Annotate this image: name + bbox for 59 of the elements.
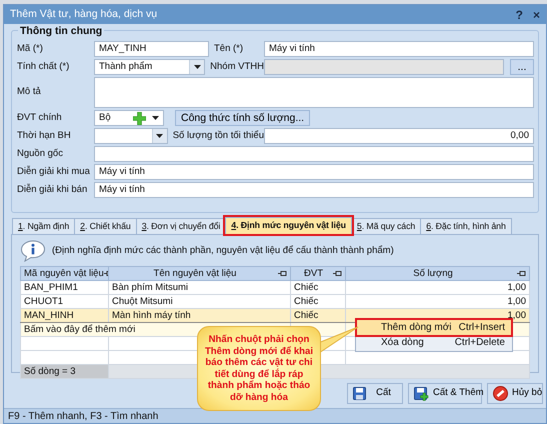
input-field[interactable]: Máy vi tính — [94, 182, 534, 198]
field-label: Diễn giải khi mua — [17, 164, 91, 179]
cancel-button[interactable]: Hủy bỏ — [487, 383, 543, 404]
column-header[interactable]: Số lượng — [346, 266, 530, 280]
callout-bubble: Nhấn chuột phải chọn Thêm dòng mới để khai báo thêm các vật tư chi tiết dùng để lắp ráp thành phẩm hoặc tháo dỡ hàng hóa — [197, 326, 321, 411]
table-row[interactable]: BAN_PHIM1 Bàn phím Mitsumi Chiếc 1,00 — [20, 280, 530, 294]
pin-icon[interactable] — [333, 270, 342, 277]
unit-combo-box[interactable]: Bộ — [94, 110, 164, 126]
field-label: Diễn giải khi bán — [17, 182, 88, 197]
field-label: Tính chất (*) — [17, 60, 70, 74]
save-and-add-button[interactable]: Cất & Thêm — [408, 383, 482, 404]
tab[interactable]: 4. Định mức nguyên vật liệu — [225, 217, 352, 234]
close-button[interactable]: × — [532, 8, 540, 20]
info-text: (Định nghĩa định mức các thành phần, nguyên vật liệu để cấu thành thành phẩm) — [52, 244, 394, 258]
info-icon — [20, 240, 46, 262]
field-label: ĐVT chính — [17, 110, 63, 125]
row-count: Số dòng = 3 — [20, 364, 108, 378]
table-cell: 1,00 — [346, 280, 530, 294]
combo-box[interactable]: Thành phẩm — [94, 59, 206, 75]
pin-icon[interactable] — [278, 270, 287, 277]
menu-item[interactable]: Thêm dòng mới Ctrl+Insert — [357, 320, 511, 335]
number-field[interactable]: 0,00 — [264, 128, 534, 144]
column-title: ĐVT — [303, 268, 324, 280]
field-label: Số lượng tồn tối thiểu — [172, 128, 264, 143]
column-title: Số lượng — [412, 268, 454, 280]
column-header[interactable]: Mã nguyên vật liệu — [20, 266, 108, 280]
save-button[interactable]: Cất — [347, 383, 403, 404]
field-label: Thời hạn BH — [17, 128, 72, 143]
column-title: Tên nguyên vật liệu — [152, 268, 238, 280]
field-label: Mã (*) — [17, 42, 44, 56]
plus-icon[interactable] — [133, 112, 146, 125]
pin-icon[interactable] — [517, 270, 526, 277]
tab[interactable]: 6. Đặc tính, hình ảnh — [420, 218, 512, 234]
tab[interactable]: 1. Ngầm định — [12, 218, 76, 234]
cancel-icon — [493, 386, 508, 401]
table-cell: Bàn phím Mitsumi — [108, 280, 290, 294]
column-header[interactable]: Tên nguyên vật liệu — [108, 266, 290, 280]
input-field[interactable]: Máy vi tính — [264, 41, 534, 57]
status-bar: F9 - Thêm nhanh, F3 - Tìm nhanh — [4, 408, 546, 423]
field-label: Nguồn gốc — [17, 146, 64, 161]
table-cell: Chiếc — [290, 308, 346, 322]
table-cell: Màn hình máy tính — [108, 308, 290, 322]
input-field[interactable]: Máy vi tính — [94, 164, 534, 180]
window-title: Thêm Vật tư, hàng hóa, dịch vụ — [10, 6, 158, 22]
save-icon — [353, 387, 366, 400]
field-label: Mô tả — [17, 85, 42, 100]
column-header[interactable]: ĐVT — [290, 266, 346, 280]
input-field[interactable]: MAY_TINH — [94, 41, 209, 57]
column-title: Mã nguyên vật liệu — [24, 268, 104, 280]
field-label: Nhóm VTHH — [210, 60, 264, 74]
field-label: Tên (*) — [214, 42, 244, 56]
input-field[interactable] — [94, 146, 534, 162]
tab[interactable]: 2. Chiết khấu — [74, 218, 137, 234]
table-cell: MAN_HINH — [20, 308, 108, 322]
table-cell: BAN_PHIM1 — [20, 280, 108, 294]
help-button[interactable]: ? — [516, 8, 523, 20]
save-add-icon — [414, 386, 429, 400]
formula-button[interactable]: Công thức tính số lượng... — [175, 110, 310, 126]
table-cell: Chiếc — [290, 280, 346, 294]
